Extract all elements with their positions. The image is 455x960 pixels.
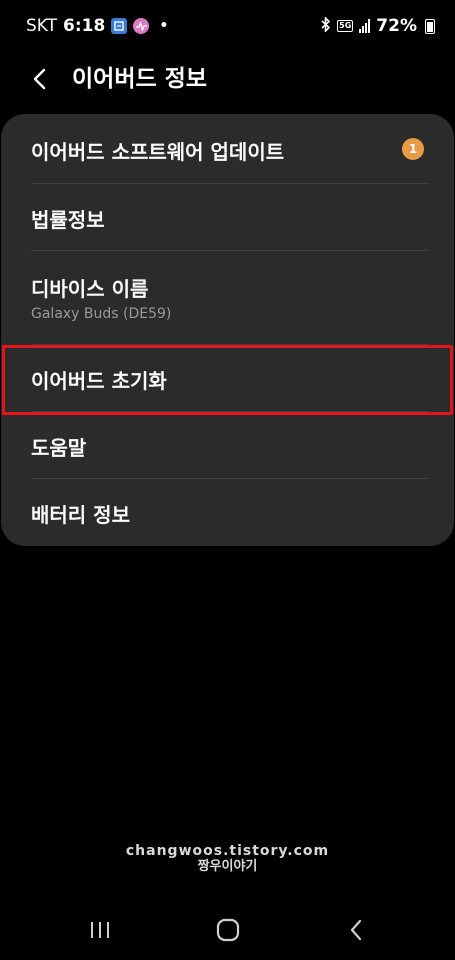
menu-item-label: 법률정보 bbox=[31, 208, 105, 232]
divider bbox=[31, 411, 429, 412]
notification-app-icon bbox=[111, 18, 128, 34]
home-icon bbox=[216, 918, 240, 942]
menu-item-label: 도움말 bbox=[31, 436, 87, 460]
watermark-url: changwoos.tistory.com bbox=[125, 843, 330, 859]
battery-percent: 72% bbox=[376, 16, 417, 36]
menu-item-label: 이어버드 초기화 bbox=[31, 369, 167, 393]
app-bar: 이어버드 정보 bbox=[0, 54, 455, 106]
back-icon bbox=[350, 919, 362, 941]
more-notifications-dot: • bbox=[159, 18, 169, 34]
device-name-value: Galaxy Buds (DE59) bbox=[31, 306, 172, 322]
notification-health-icon bbox=[133, 18, 150, 34]
recents-icon bbox=[91, 922, 109, 938]
update-count-badge: 1 bbox=[402, 138, 424, 160]
watermark: changwoos.tistory.com 짱우이야기 bbox=[0, 843, 455, 875]
bluetooth-icon bbox=[321, 15, 331, 36]
menu-item-software-update[interactable]: 이어버드 소프트웨어 업데이트 bbox=[1, 136, 454, 165]
divider bbox=[31, 183, 429, 184]
recents-button[interactable] bbox=[80, 914, 120, 946]
navigation-bar bbox=[0, 900, 455, 960]
menu-item-earbuds-reset[interactable]: 이어버드 초기화 bbox=[1, 365, 454, 394]
back-button[interactable] bbox=[24, 64, 54, 94]
menu-item-battery-info[interactable]: 배터리 정보 bbox=[1, 499, 454, 528]
page-title: 이어버드 정보 bbox=[72, 66, 207, 92]
settings-card: 이어버드 소프트웨어 업데이트 1 법률정보 디바이스 이름 Galaxy Bu… bbox=[1, 114, 454, 546]
signal-icon bbox=[359, 19, 371, 33]
divider bbox=[31, 344, 429, 345]
back-nav-button[interactable] bbox=[336, 914, 376, 946]
menu-item-label: 이어버드 소프트웨어 업데이트 bbox=[31, 140, 285, 164]
menu-item-legal-info[interactable]: 법률정보 bbox=[1, 204, 454, 233]
status-left: SKT 6:18 • bbox=[26, 16, 168, 36]
5g-icon: 5G bbox=[337, 20, 354, 32]
carrier-label: SKT bbox=[26, 16, 58, 36]
clock: 6:18 bbox=[63, 16, 106, 36]
menu-item-help[interactable]: 도움말 bbox=[1, 432, 454, 461]
menu-item-label: 디바이스 이름 bbox=[31, 277, 149, 301]
status-right: 5G 72% bbox=[321, 15, 435, 36]
status-bar: SKT 6:18 • 5G 72% bbox=[0, 0, 455, 54]
divider bbox=[31, 250, 429, 251]
chevron-left-icon bbox=[33, 68, 46, 90]
watermark-name: 짱우이야기 bbox=[197, 859, 258, 874]
battery-icon bbox=[425, 18, 435, 34]
menu-item-device-name[interactable]: 디바이스 이름 Galaxy Buds (DE59) bbox=[1, 273, 454, 322]
menu-item-label: 배터리 정보 bbox=[31, 503, 130, 527]
divider bbox=[31, 478, 429, 479]
home-button[interactable] bbox=[208, 914, 248, 946]
